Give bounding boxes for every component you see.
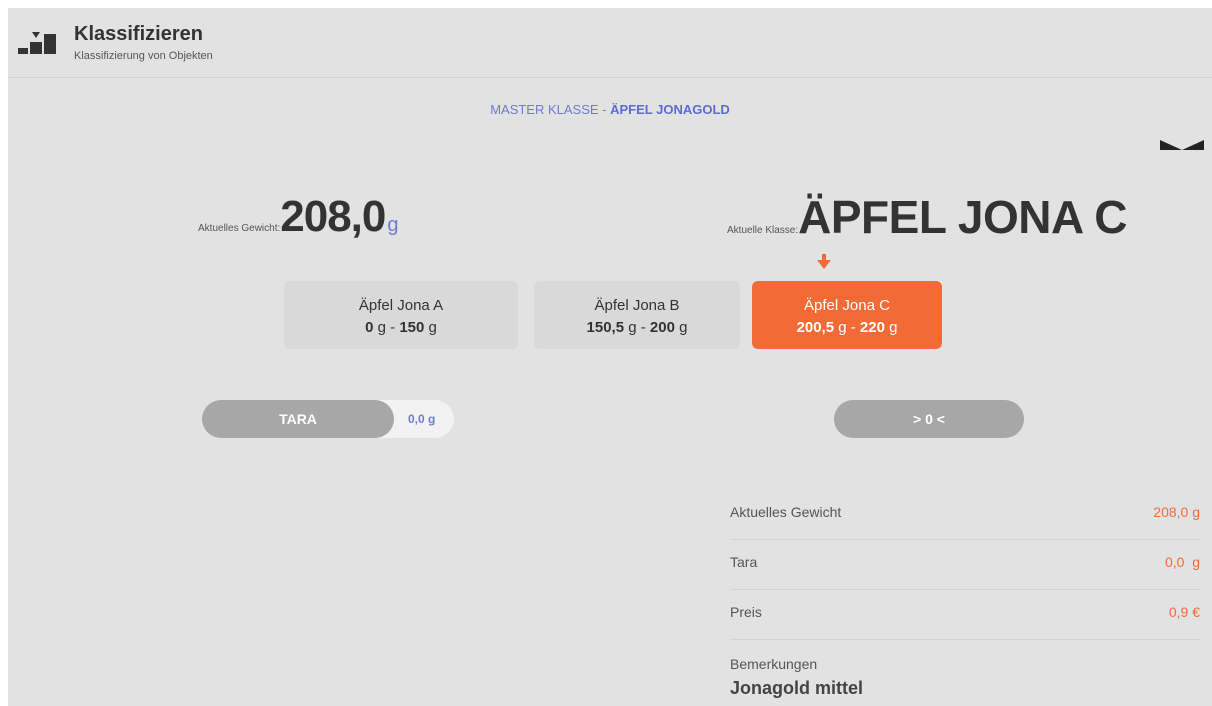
class-range-unit: g bbox=[838, 319, 847, 336]
info-value: 0,0 g bbox=[1164, 554, 1200, 570]
master-class-label: MASTER KLASSE bbox=[490, 102, 599, 117]
class-range-min: 150,5 bbox=[586, 319, 625, 336]
class-range-separator: - bbox=[850, 319, 856, 336]
remarks-label: Bemerkungen bbox=[730, 656, 818, 672]
class-card-b[interactable]: Äpfel Jona B 150,5 g - 200 g bbox=[534, 281, 740, 349]
class-range-unit: g bbox=[628, 319, 637, 336]
class-range-unit: g bbox=[679, 319, 688, 336]
info-value: 0,9 € bbox=[1168, 604, 1200, 620]
class-range-unit: g bbox=[428, 319, 437, 336]
current-class-label: Aktuelle Klasse: bbox=[727, 225, 799, 236]
tara-unit: g bbox=[428, 412, 436, 426]
class-range-max: 220 bbox=[859, 319, 885, 336]
info-label: Tara bbox=[730, 554, 758, 570]
info-row-price: Preis 0,9 € bbox=[730, 590, 1200, 640]
info-table: Aktuelles Gewicht 208,0 g Tara 0,0 g Pre… bbox=[730, 490, 1200, 640]
current-weight-display: Aktuelles Gewicht:208,0 g bbox=[198, 192, 399, 242]
master-class-name: ÄPFEL JONAGOLD bbox=[610, 102, 730, 117]
class-range-min: 200,5 bbox=[796, 319, 835, 336]
page-subtitle: Klassifizierung von Objekten bbox=[74, 50, 213, 62]
classification-panel: Klassifizieren Klassifizierung von Objek… bbox=[8, 8, 1212, 706]
info-row-tara: Tara 0,0 g bbox=[730, 540, 1200, 590]
arrow-down-icon bbox=[817, 254, 831, 269]
bar-classify-icon bbox=[18, 32, 56, 54]
class-card-name: Äpfel Jona A bbox=[358, 297, 444, 314]
class-card-range: 200,5 g - 220 g bbox=[752, 317, 942, 339]
master-class-line: MASTER KLASSE - ÄPFEL JONAGOLD bbox=[8, 102, 1212, 117]
class-range-max: 150 bbox=[399, 319, 425, 336]
info-label: Preis bbox=[730, 604, 762, 620]
page-header: Klassifizieren Klassifizierung von Objek… bbox=[8, 8, 1212, 78]
class-range-min: 0 bbox=[365, 319, 374, 336]
page-title: Klassifizieren bbox=[74, 23, 203, 45]
class-card-name: Äpfel Jona C bbox=[804, 297, 890, 314]
current-class-value: ÄPFEL JONA C bbox=[798, 191, 1127, 243]
class-range-separator: - bbox=[390, 319, 396, 336]
zero-button[interactable]: > 0 < bbox=[834, 400, 1024, 438]
current-weight-value: 208,0 bbox=[280, 192, 386, 241]
class-card-c[interactable]: Äpfel Jona C 200,5 g - 220 g bbox=[752, 281, 942, 349]
info-row-weight: Aktuelles Gewicht 208,0 g bbox=[730, 490, 1200, 540]
class-card-range: 0 g - 150 g bbox=[284, 317, 518, 339]
class-range-unit: g bbox=[377, 319, 386, 336]
class-card-a[interactable]: Äpfel Jona A 0 g - 150 g bbox=[284, 281, 518, 349]
tara-value: 0,0 bbox=[408, 412, 425, 426]
class-range-separator: - bbox=[640, 319, 646, 336]
collapse-chevron-icon[interactable] bbox=[1160, 136, 1204, 156]
current-class-display: Aktuelle Klasse:ÄPFEL JONA C bbox=[727, 190, 1127, 244]
info-value: 208,0 g bbox=[1153, 504, 1200, 520]
tara-button[interactable]: TARA bbox=[202, 400, 394, 438]
class-range-unit: g bbox=[889, 319, 898, 336]
tara-value-display: 0,0 g bbox=[408, 412, 435, 426]
info-label: Aktuelles Gewicht bbox=[730, 504, 842, 520]
class-range-max: 200 bbox=[649, 319, 675, 336]
current-weight-label: Aktuelles Gewicht: bbox=[198, 223, 281, 234]
master-class-separator: - bbox=[598, 102, 611, 117]
current-weight-unit: g bbox=[387, 214, 399, 236]
remarks-value: Jonagold mittel bbox=[730, 678, 864, 698]
class-card-range: 150,5 g - 200 g bbox=[534, 317, 740, 339]
class-card-name: Äpfel Jona B bbox=[594, 297, 680, 314]
